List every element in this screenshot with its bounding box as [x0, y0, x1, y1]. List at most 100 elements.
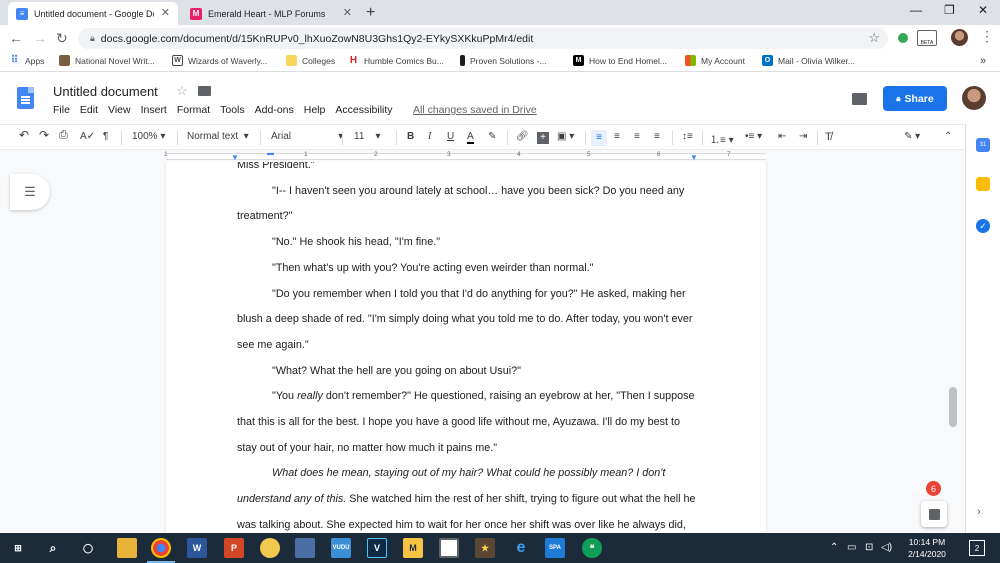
hangouts-icon[interactable]: ❝	[582, 538, 602, 558]
increase-indent-icon[interactable]: ⇥	[799, 131, 807, 142]
decrease-indent-icon[interactable]: ⇤	[778, 131, 786, 142]
align-justify-icon[interactable]: ≡	[654, 131, 660, 142]
search-icon[interactable]: ⌕	[43, 538, 63, 558]
menu-view[interactable]: View	[108, 104, 131, 116]
network-icon[interactable]: ⊡	[865, 542, 873, 553]
show-hidden-icons-icon[interactable]: ⌃	[830, 542, 838, 553]
bookmark-humble[interactable]: H Humble Comics Bu...	[348, 55, 444, 66]
spellcheck-icon[interactable]: A✓	[80, 131, 95, 142]
bookmark-medium[interactable]: M How to End Homel...	[573, 55, 667, 66]
action-center-icon[interactable]: 2	[969, 540, 985, 556]
left-indent-marker-icon[interactable]: ▼	[231, 153, 239, 162]
bookmark-my-account[interactable]: My Account	[685, 55, 745, 66]
menu-format[interactable]: Format	[177, 104, 210, 116]
file-explorer-icon[interactable]	[117, 538, 137, 558]
italic-icon[interactable]: I	[428, 131, 431, 142]
line-spacing-icon[interactable]: ↕≡	[682, 131, 693, 142]
word-icon[interactable]: W	[187, 538, 207, 558]
document-paragraph[interactable]: "No." He shook his head, "I'm fine."	[237, 230, 697, 256]
new-tab-button[interactable]: +	[366, 4, 375, 22]
forward-icon[interactable]: →	[33, 30, 47, 46]
bold-icon[interactable]: B	[407, 131, 414, 142]
more-bookmarks-icon[interactable]: »	[980, 55, 986, 67]
tab-mlp-forums[interactable]: M Emerald Heart - MLP Forums ✕	[182, 2, 360, 25]
ruler-bar[interactable]	[166, 153, 766, 160]
paint-icon[interactable]	[260, 538, 280, 558]
close-window-icon[interactable]: ✕	[978, 3, 988, 17]
bookmark-apps[interactable]: ⠿ Apps	[9, 55, 45, 66]
bookmark-nanowrimo[interactable]: National Novel Writ...	[59, 55, 155, 66]
explore-button[interactable]	[921, 501, 947, 527]
document-outline-button[interactable]: ☰	[10, 174, 50, 210]
bookmark-mail[interactable]: O Mail - Olivia Wilker...	[762, 55, 855, 66]
explorer-folder-icon[interactable]	[439, 538, 459, 558]
address-bar[interactable]: 🔒︎ docs.google.com/document/d/15KnRUPv0_…	[78, 28, 888, 49]
profile-avatar[interactable]	[951, 29, 968, 46]
document-body[interactable]: Miss President." "I-- I haven't seen you …	[237, 162, 697, 533]
paint-format-icon[interactable]: ¶	[103, 131, 108, 142]
comment-history-icon[interactable]	[852, 93, 867, 105]
tab-google-docs[interactable]: ≡ Untitled document - Google Doc ✕	[8, 2, 178, 25]
windows-start-icon[interactable]: ⊞	[8, 538, 28, 558]
document-paragraph[interactable]: "Then what's up with you? You're acting …	[237, 256, 697, 282]
tasks-icon[interactable]: ✓	[976, 219, 990, 233]
menu-insert[interactable]: Insert	[141, 104, 167, 116]
bookmark-wizards[interactable]: W Wizards of Waverly...	[172, 55, 267, 66]
zoom-select[interactable]: 100% ▾	[132, 131, 165, 142]
insert-link-icon[interactable]: 🔗︎	[516, 131, 529, 142]
chrome-taskbar-icon[interactable]	[147, 538, 175, 563]
google-docs-logo-icon[interactable]	[17, 87, 34, 109]
align-left-icon[interactable]: ≡	[591, 130, 607, 146]
right-indent-marker-icon[interactable]: ▼	[690, 153, 698, 162]
reload-icon[interactable]: ↻	[56, 30, 68, 47]
align-right-icon[interactable]: ≡	[634, 131, 640, 142]
document-paragraph[interactable]: "I-- I haven't seen you around lately at…	[237, 179, 697, 230]
chrome-menu-icon[interactable]: ⋮	[980, 28, 994, 45]
document-paragraph[interactable]: "What? What the hell are you going on ab…	[237, 359, 697, 385]
hide-menus-icon[interactable]: ⌃	[944, 131, 952, 142]
expand-panel-icon[interactable]: ›	[977, 506, 981, 518]
bulleted-list-icon[interactable]: •≡ ▾	[745, 131, 762, 142]
redo-icon[interactable]: ↷	[39, 128, 49, 142]
vudu-icon[interactable]: VUDU	[331, 538, 351, 558]
keep-icon[interactable]	[976, 177, 990, 191]
menu-tools[interactable]: Tools	[220, 104, 245, 116]
align-center-icon[interactable]: ≡	[614, 131, 620, 142]
extension-green-icon[interactable]	[898, 33, 908, 43]
edge-icon[interactable]: e	[511, 538, 531, 558]
print-icon[interactable]: ⎙	[59, 129, 68, 142]
menu-edit[interactable]: Edit	[80, 104, 98, 116]
document-paragraph[interactable]: What does he mean, staying out of my hai…	[237, 461, 697, 533]
minimize-icon[interactable]: —	[910, 3, 922, 17]
calendar-icon[interactable]: 31	[976, 138, 990, 152]
bookmark-star-icon[interactable]: ☆	[868, 30, 880, 46]
sketchbook-icon[interactable]: SPA	[545, 538, 565, 558]
underline-icon[interactable]: U	[447, 131, 454, 142]
font-size-select[interactable]: 11 ▾	[354, 131, 381, 142]
share-button[interactable]: 🔒︎ Share	[883, 86, 947, 111]
vertical-scrollbar[interactable]	[949, 387, 957, 427]
menu-addons[interactable]: Add-ons	[255, 104, 294, 116]
move-folder-icon[interactable]	[198, 86, 211, 96]
vegas-icon[interactable]: V	[367, 538, 387, 558]
back-icon[interactable]: ←	[9, 30, 23, 46]
close-tab-icon[interactable]: ✕	[343, 6, 352, 19]
star-app-icon[interactable]: ★	[475, 538, 495, 558]
photos-icon[interactable]	[295, 538, 315, 558]
mango-icon[interactable]: M	[403, 538, 423, 558]
highlight-color-icon[interactable]: ✎	[488, 131, 496, 142]
bookmark-proven[interactable]: Proven Solutions -...	[460, 55, 547, 66]
document-paragraph[interactable]: "Do you remember when I told you that I'…	[237, 282, 697, 359]
close-tab-icon[interactable]: ✕	[161, 6, 170, 19]
document-page[interactable]: Miss President." "I-- I haven't seen you …	[166, 162, 766, 533]
editing-mode-icon[interactable]: ✎ ▾	[904, 131, 920, 142]
account-avatar[interactable]	[962, 86, 986, 110]
powerpoint-icon[interactable]: P	[224, 538, 244, 558]
system-clock[interactable]: 10:14 PM 2/14/2020	[898, 536, 956, 560]
task-view-icon[interactable]: ◯	[78, 538, 98, 558]
first-line-indent-marker-icon[interactable]: ▬	[267, 150, 274, 157]
clear-formatting-icon[interactable]: T̸	[825, 131, 832, 143]
undo-icon[interactable]: ↶	[19, 128, 29, 142]
save-status[interactable]: All changes saved in Drive	[413, 104, 537, 116]
style-select[interactable]: Normal text ▾	[187, 131, 249, 142]
